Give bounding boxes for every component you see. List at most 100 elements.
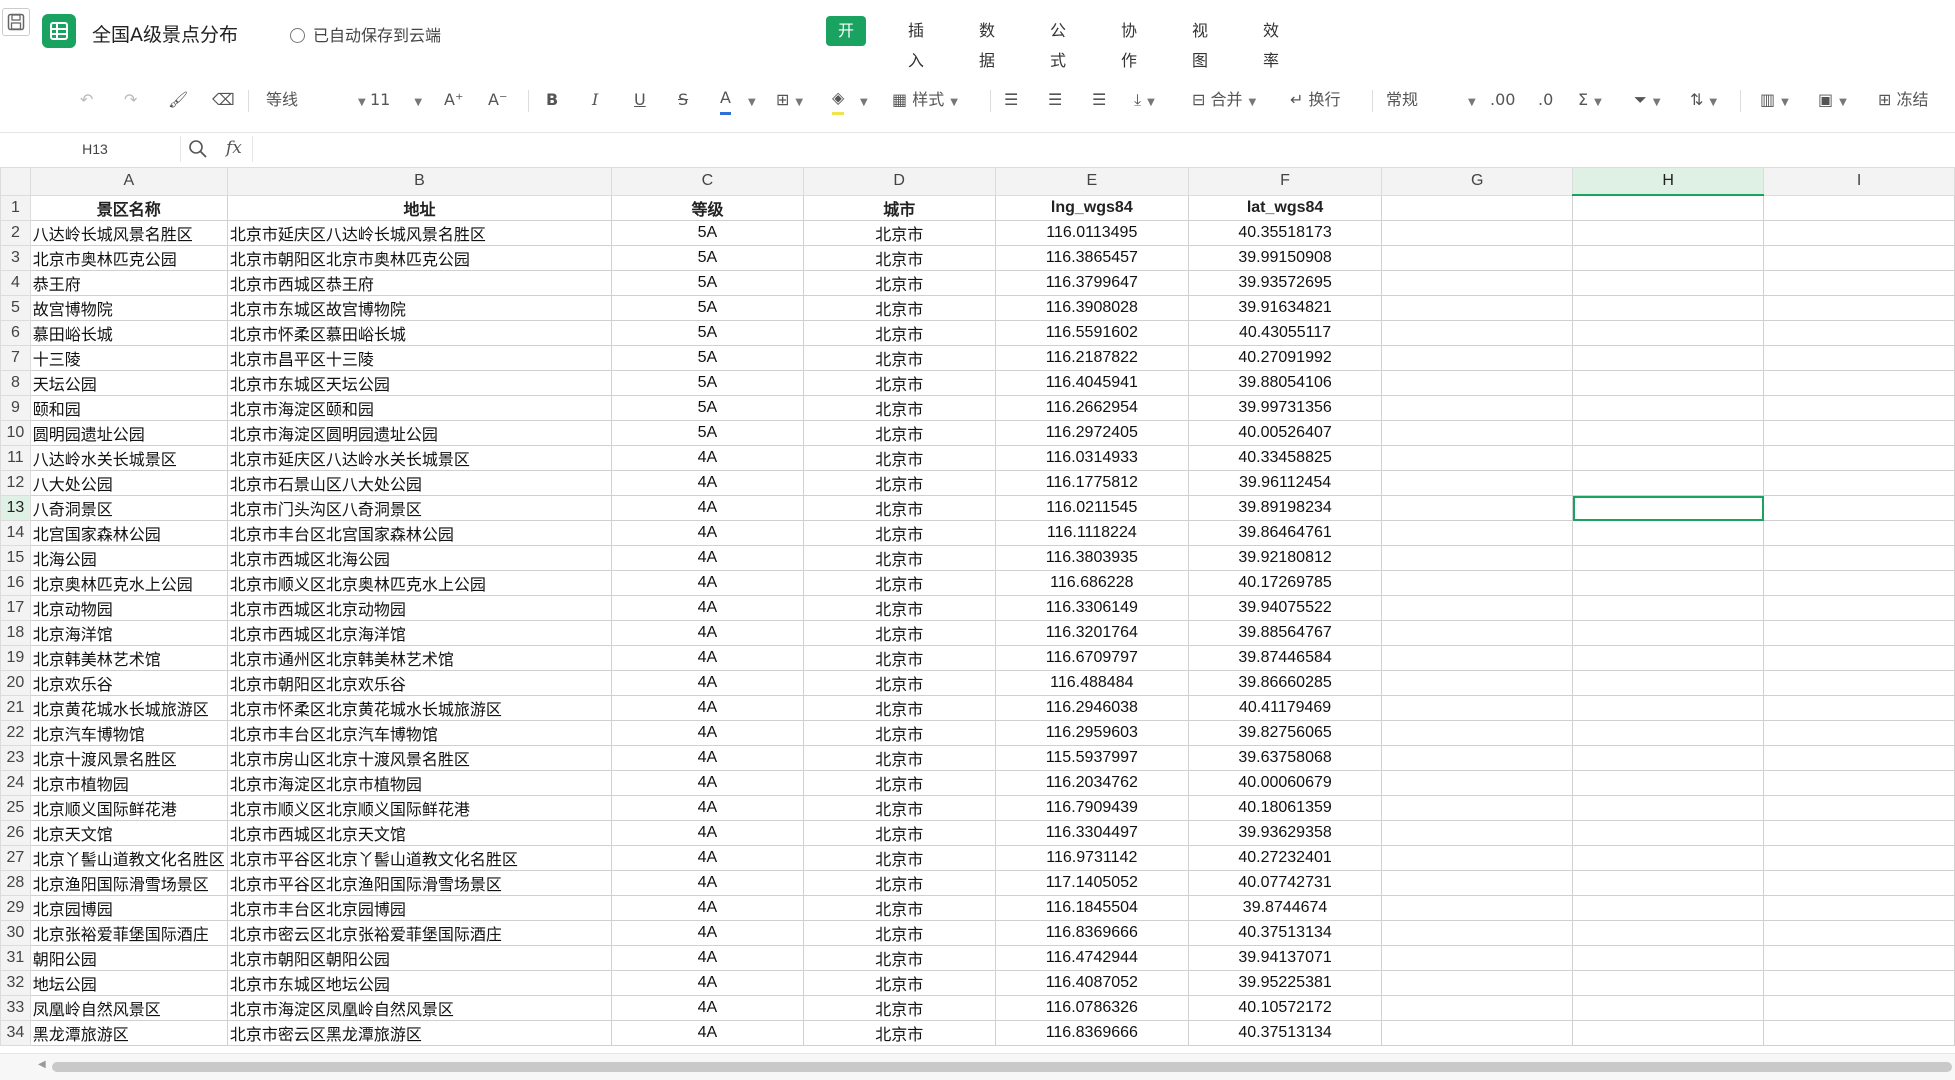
cell-c5[interactable]: 5A bbox=[611, 295, 804, 321]
cell-b1[interactable]: 地址 bbox=[226, 194, 613, 221]
cell-e34[interactable]: 116.8369666 bbox=[994, 1020, 1189, 1046]
cell-h15[interactable] bbox=[1572, 545, 1765, 571]
cell-i4[interactable] bbox=[1763, 270, 1955, 296]
row-header[interactable]: 4 bbox=[0, 270, 31, 296]
cell-e1[interactable]: lng_wgs84 bbox=[994, 194, 1189, 221]
cell-g6[interactable] bbox=[1381, 320, 1574, 346]
cell-g21[interactable] bbox=[1381, 695, 1574, 721]
cell-c24[interactable]: 4A bbox=[611, 770, 804, 796]
cell-i10[interactable] bbox=[1763, 420, 1955, 446]
number-format-select[interactable]: 常规 ▼ bbox=[1386, 84, 1476, 116]
cell-a2[interactable]: 八达岭长城风景名胜区 bbox=[29, 220, 228, 246]
cell-h5[interactable] bbox=[1572, 295, 1765, 321]
column-header-f[interactable]: F bbox=[1187, 167, 1383, 196]
cell-g5[interactable] bbox=[1381, 295, 1574, 321]
cell-e21[interactable]: 116.2946038 bbox=[994, 695, 1189, 721]
cell-f26[interactable]: 39.93629358 bbox=[1187, 820, 1383, 846]
cell-b29[interactable]: 北京市丰台区北京园博园 bbox=[226, 895, 613, 921]
cell-f15[interactable]: 39.92180812 bbox=[1187, 545, 1383, 571]
cell-a7[interactable]: 十三陵 bbox=[29, 345, 228, 371]
cell-g14[interactable] bbox=[1381, 520, 1574, 546]
cell-d25[interactable]: 北京市 bbox=[802, 795, 996, 821]
cell-h24[interactable] bbox=[1572, 770, 1765, 796]
cell-i24[interactable] bbox=[1763, 770, 1955, 796]
cell-c1[interactable]: 等级 bbox=[611, 194, 804, 221]
cell-i26[interactable] bbox=[1763, 820, 1955, 846]
cell-a31[interactable]: 朝阳公园 bbox=[29, 945, 228, 971]
row-header[interactable]: 10 bbox=[0, 420, 31, 446]
cell-c25[interactable]: 4A bbox=[611, 795, 804, 821]
font-size-select[interactable]: 11 ▼ bbox=[370, 84, 422, 116]
cell-d10[interactable]: 北京市 bbox=[802, 420, 996, 446]
redo-icon[interactable]: ↷ bbox=[124, 84, 137, 116]
cell-f25[interactable]: 40.18061359 bbox=[1187, 795, 1383, 821]
save-icon[interactable] bbox=[2, 8, 30, 36]
cell-b19[interactable]: 北京市通州区北京韩美林艺术馆 bbox=[226, 645, 613, 671]
cell-b15[interactable]: 北京市西城区北海公园 bbox=[226, 545, 613, 571]
cell-f16[interactable]: 40.17269785 bbox=[1187, 570, 1383, 596]
cell-b32[interactable]: 北京市东城区地坛公园 bbox=[226, 970, 613, 996]
cell-b8[interactable]: 北京市东城区天坛公园 bbox=[226, 370, 613, 396]
cell-c8[interactable]: 5A bbox=[611, 370, 804, 396]
column-header-i[interactable]: I bbox=[1763, 167, 1955, 196]
cell-i31[interactable] bbox=[1763, 945, 1955, 971]
borders-icon[interactable]: ⊞ ▼ bbox=[776, 84, 803, 116]
cell-d2[interactable]: 北京市 bbox=[802, 220, 996, 246]
menu-tab-start[interactable]: 开始 bbox=[826, 16, 867, 70]
cell-a20[interactable]: 北京欢乐谷 bbox=[29, 670, 228, 696]
clear-format-icon[interactable]: ⌫ bbox=[212, 84, 235, 116]
cell-f19[interactable]: 39.87446584 bbox=[1187, 645, 1383, 671]
cell-f21[interactable]: 40.41179469 bbox=[1187, 695, 1383, 721]
cell-i20[interactable] bbox=[1763, 670, 1955, 696]
cell-i29[interactable] bbox=[1763, 895, 1955, 921]
cell-h9[interactable] bbox=[1572, 395, 1765, 421]
cell-g31[interactable] bbox=[1381, 945, 1574, 971]
cell-f10[interactable]: 40.00526407 bbox=[1187, 420, 1383, 446]
cell-e17[interactable]: 116.3306149 bbox=[994, 595, 1189, 621]
cell-f4[interactable]: 39.93572695 bbox=[1187, 270, 1383, 296]
cell-c6[interactable]: 5A bbox=[611, 320, 804, 346]
align-left-icon[interactable]: ☰ bbox=[1004, 84, 1018, 116]
cell-g29[interactable] bbox=[1381, 895, 1574, 921]
cell-d11[interactable]: 北京市 bbox=[802, 445, 996, 471]
cell-i25[interactable] bbox=[1763, 795, 1955, 821]
undo-icon[interactable]: ↶ bbox=[80, 84, 93, 116]
cell-d18[interactable]: 北京市 bbox=[802, 620, 996, 646]
row-header[interactable]: 19 bbox=[0, 645, 31, 671]
cell-e23[interactable]: 115.5937997 bbox=[994, 745, 1189, 771]
cell-c27[interactable]: 4A bbox=[611, 845, 804, 871]
cell-b27[interactable]: 北京市平谷区北京丫髻山道教文化名胜区 bbox=[226, 845, 613, 871]
row-header[interactable]: 22 bbox=[0, 720, 31, 746]
cell-d12[interactable]: 北京市 bbox=[802, 470, 996, 496]
cell-i23[interactable] bbox=[1763, 745, 1955, 771]
cell-g3[interactable] bbox=[1381, 245, 1574, 271]
cell-g30[interactable] bbox=[1381, 920, 1574, 946]
cell-c3[interactable]: 5A bbox=[611, 245, 804, 271]
cell-g18[interactable] bbox=[1381, 620, 1574, 646]
cell-d20[interactable]: 北京市 bbox=[802, 670, 996, 696]
cell-i27[interactable] bbox=[1763, 845, 1955, 871]
cell-b5[interactable]: 北京市东城区故宫博物院 bbox=[226, 295, 613, 321]
cell-d6[interactable]: 北京市 bbox=[802, 320, 996, 346]
cell-b17[interactable]: 北京市西城区北京动物园 bbox=[226, 595, 613, 621]
cell-f27[interactable]: 40.27232401 bbox=[1187, 845, 1383, 871]
cell-b30[interactable]: 北京市密云区北京张裕爱菲堡国际酒庄 bbox=[226, 920, 613, 946]
cell-f24[interactable]: 40.00060679 bbox=[1187, 770, 1383, 796]
cell-f28[interactable]: 40.07742731 bbox=[1187, 870, 1383, 896]
cell-c11[interactable]: 4A bbox=[611, 445, 804, 471]
row-header[interactable]: 18 bbox=[0, 620, 31, 646]
italic-icon[interactable]: I bbox=[592, 84, 598, 116]
cell-c21[interactable]: 4A bbox=[611, 695, 804, 721]
cell-h4[interactable] bbox=[1572, 270, 1765, 296]
name-box[interactable]: H13 bbox=[10, 136, 181, 162]
cell-d24[interactable]: 北京市 bbox=[802, 770, 996, 796]
cell-e33[interactable]: 116.0786326 bbox=[994, 995, 1189, 1021]
cell-e16[interactable]: 116.686228 bbox=[994, 570, 1189, 596]
document-title[interactable]: 全国A级景点分布 bbox=[92, 20, 238, 47]
cell-a16[interactable]: 北京奥林匹克水上公园 bbox=[29, 570, 228, 596]
cell-h16[interactable] bbox=[1572, 570, 1765, 596]
cell-c26[interactable]: 4A bbox=[611, 820, 804, 846]
menu-tab-formula[interactable]: 公式 bbox=[1050, 16, 1066, 70]
cell-d16[interactable]: 北京市 bbox=[802, 570, 996, 596]
fill-color-icon[interactable]: ◈ bbox=[832, 84, 845, 115]
